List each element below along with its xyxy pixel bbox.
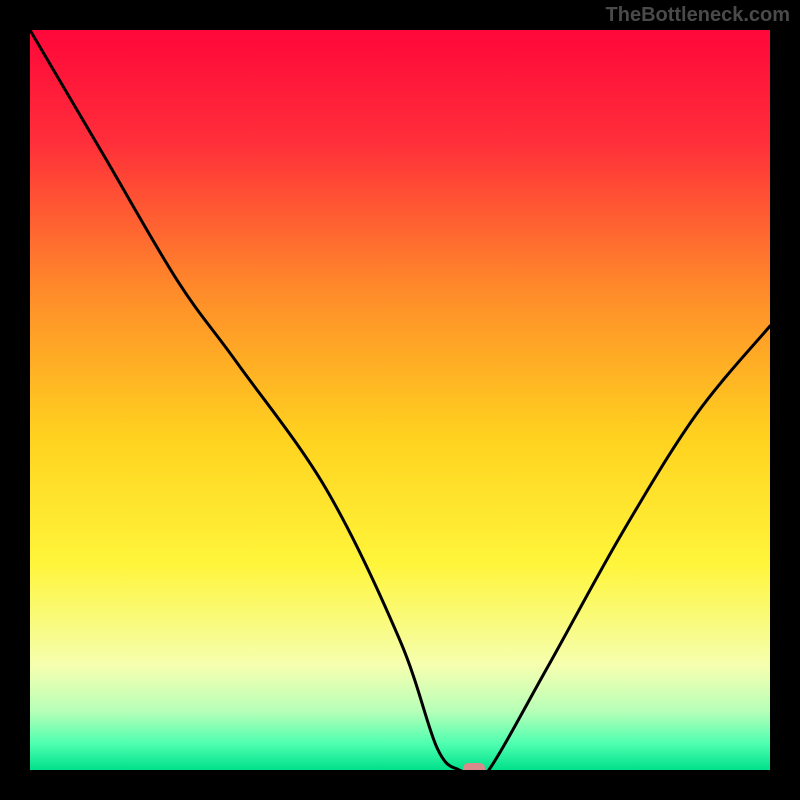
bottleneck-chart	[30, 30, 770, 770]
optimal-marker	[463, 763, 485, 770]
watermark-text: TheBottleneck.com	[606, 4, 790, 27]
chart-plot-area	[30, 30, 770, 770]
gradient-background	[30, 30, 770, 770]
